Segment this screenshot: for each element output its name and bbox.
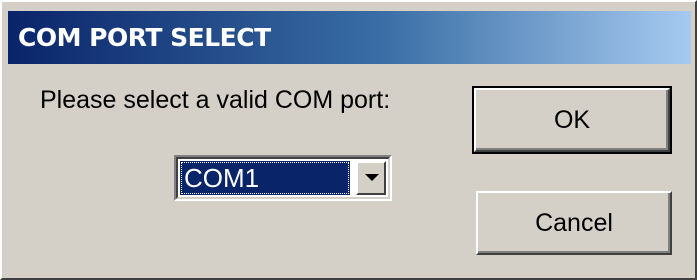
cancel-button[interactable]: Cancel <box>476 191 672 255</box>
ok-button-label: OK <box>553 105 591 134</box>
window-title: COM PORT SELECT <box>18 23 271 52</box>
ok-button[interactable]: OK <box>472 86 672 154</box>
cancel-button-label: Cancel <box>535 208 613 237</box>
prompt-label: Please select a valid COM port: <box>40 86 391 114</box>
title-bar[interactable]: COM PORT SELECT <box>8 11 691 64</box>
com-port-select[interactable]: COM1 <box>174 155 392 201</box>
dropdown-button[interactable] <box>356 161 386 195</box>
dialog-window: COM PORT SELECT Please select a valid CO… <box>0 0 697 280</box>
com-port-selected-value[interactable]: COM1 <box>180 161 350 195</box>
com-port-select-field: COM1 <box>176 157 390 199</box>
chevron-down-icon <box>365 174 379 181</box>
